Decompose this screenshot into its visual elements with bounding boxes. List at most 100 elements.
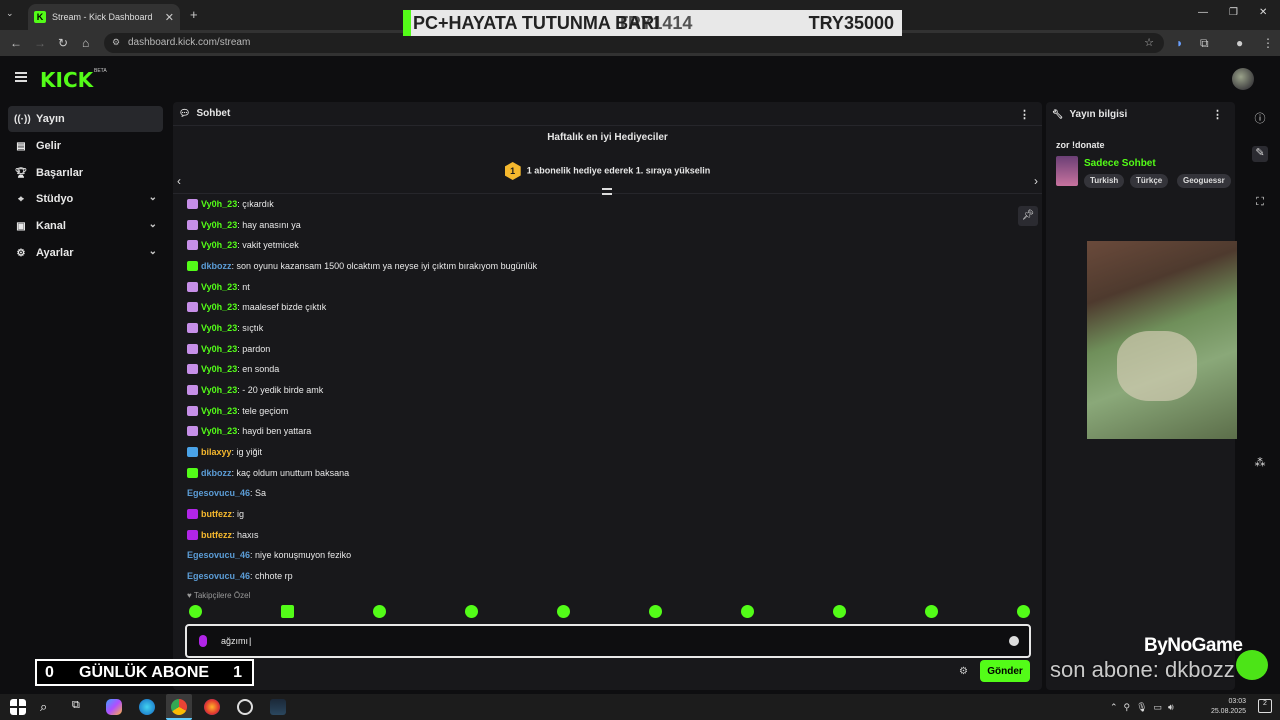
chat-username[interactable]: Vy0h_23: [201, 282, 237, 292]
chat-username[interactable]: Vy0h_23: [201, 323, 237, 333]
copilot-icon[interactable]: [106, 699, 122, 715]
minimize-icon[interactable]: —: [1198, 7, 1208, 18]
menu-kebab-icon[interactable]: ⋮: [1262, 36, 1274, 50]
chat-username[interactable]: Egesovucu_46: [187, 488, 250, 498]
chat-message: bilaxyy: ig yiğit: [187, 445, 262, 459]
chat-options-icon[interactable]: ⋮: [1019, 108, 1030, 121]
tab-kick-dashboard[interactable]: K Stream - Kick Dashboard ✕: [28, 4, 180, 30]
pin-icon[interactable]: 📌︎: [1018, 206, 1038, 226]
emote-icon[interactable]: [281, 605, 294, 618]
sidebar-item-studyo[interactable]: ⌖ Stüdyo ⌄: [8, 186, 163, 212]
chat-text: çıkardık: [242, 199, 274, 209]
rank-badge-icon: 1: [504, 162, 521, 180]
chevron-down-icon: ⌄: [148, 219, 157, 230]
extension-icon[interactable]: ◗: [1176, 36, 1183, 50]
gifters-subtitle: 1 abonelik hediye ederek 1. sıraya yükse…: [526, 165, 711, 176]
chat-text: - 20 yedik birde amk: [242, 384, 324, 395]
emote-icon[interactable]: [925, 605, 938, 618]
chat-message: butfezz: ig: [187, 507, 244, 521]
system-clock[interactable]: 03:03 25.08.2025: [1211, 697, 1246, 717]
chat-username[interactable]: dkbozz: [201, 261, 232, 271]
notification-icon[interactable]: 2: [1258, 699, 1272, 713]
kick-logo[interactable]: KICK: [40, 68, 93, 92]
chat-username[interactable]: Vy0h_23: [201, 364, 237, 374]
obs-icon[interactable]: [237, 699, 253, 715]
chat-title: Sohbet: [196, 108, 231, 119]
chat-username[interactable]: Egesovucu_46: [187, 550, 250, 560]
chrome-icon[interactable]: [171, 699, 187, 715]
emote-icon[interactable]: [833, 605, 846, 618]
url-field[interactable]: ⚙ dashboard.kick.com/stream ☆: [104, 33, 1164, 53]
stream-info-options-icon[interactable]: ⋮: [1212, 108, 1223, 121]
chat-username[interactable]: Egesovucu_46: [187, 571, 250, 581]
chat-username[interactable]: bilaxyy: [201, 447, 232, 457]
extensions-puzzle-icon[interactable]: ⧉: [1200, 36, 1209, 51]
restore-icon[interactable]: ❐: [1229, 7, 1238, 18]
chevron-down-icon: ⌄: [148, 192, 157, 203]
sidebar-item-ayarlar[interactable]: ⚙ Ayarlar ⌄: [8, 240, 163, 266]
system-tray-icons[interactable]: ⌃⚲🎙︎▭🔊︎: [1110, 702, 1180, 713]
chat-input-value: ağzımı: [221, 636, 249, 646]
sidebar-item-yayin[interactable]: ((·)) Yayın: [8, 106, 163, 132]
home-icon[interactable]: ⌂: [82, 36, 89, 50]
chevron-right-icon[interactable]: ›: [1034, 174, 1038, 188]
tab-list-icon[interactable]: ⌄: [6, 8, 14, 19]
screen-capture-icon[interactable]: ⛶: [1252, 196, 1268, 212]
emote-icon[interactable]: [557, 605, 570, 618]
chat-text: hay anasını ya: [242, 219, 301, 230]
chat-settings-icon[interactable]: ⚙: [959, 666, 968, 677]
stream-category[interactable]: Sadece Sohbet: [1084, 158, 1156, 169]
profile-icon[interactable]: ●: [1236, 36, 1243, 50]
emoji-picker-icon[interactable]: [1009, 636, 1019, 646]
close-tab-icon[interactable]: ✕: [165, 11, 174, 24]
settings-icon: ⚙: [16, 247, 26, 259]
sidebar-item-kanal[interactable]: ▣ Kanal ⌄: [8, 213, 163, 239]
chat-username[interactable]: Vy0h_23: [201, 240, 237, 250]
task-view-icon[interactable]: ⧉: [72, 699, 88, 715]
app-header: KICK BETA: [0, 56, 1280, 100]
reload-icon[interactable]: ↻: [58, 36, 68, 50]
emote-icon[interactable]: [741, 605, 754, 618]
close-window-icon[interactable]: ✕: [1259, 7, 1267, 18]
chat-username[interactable]: Vy0h_23: [201, 220, 237, 230]
new-tab-icon[interactable]: +: [190, 7, 198, 22]
site-info-icon[interactable]: ⚙: [112, 37, 120, 48]
info-icon[interactable]: ⓘ: [1252, 110, 1268, 126]
emote-icon[interactable]: [1017, 605, 1030, 618]
sidebar-item-gelir[interactable]: ▤ Gelir: [8, 133, 163, 159]
chat-username[interactable]: Vy0h_23: [201, 302, 237, 312]
chat-username[interactable]: Vy0h_23: [201, 385, 237, 395]
edge-icon[interactable]: [139, 699, 155, 715]
back-icon[interactable]: ←: [10, 36, 22, 50]
goal-current: TRY1414: [617, 12, 693, 33]
sponsor-logo: ByNoGame: [1144, 635, 1243, 656]
chat-username[interactable]: Vy0h_23: [201, 426, 237, 436]
search-icon[interactable]: ⌕: [40, 699, 56, 715]
forward-icon[interactable]: →: [34, 36, 46, 50]
start-icon[interactable]: [10, 699, 26, 715]
firefox-icon[interactable]: [204, 699, 220, 715]
sidebar-item-basarilar[interactable]: 🏆︎ Başarılar: [8, 160, 163, 186]
collapse-icon[interactable]: [602, 188, 612, 195]
emote-icon[interactable]: [465, 605, 478, 618]
hamburger-menu-icon[interactable]: [15, 72, 27, 82]
send-button[interactable]: Gönder: [980, 660, 1030, 682]
bookmark-star-icon[interactable]: ☆: [1144, 36, 1154, 49]
chat-username[interactable]: Vy0h_23: [201, 199, 237, 209]
channel-icon: ▣: [16, 220, 26, 232]
emote-icon[interactable]: [373, 605, 386, 618]
chat-username[interactable]: Vy0h_23: [201, 344, 237, 354]
emote-icon[interactable]: [189, 605, 202, 618]
edit-pencil-icon[interactable]: ✎: [1252, 146, 1268, 162]
chat-input[interactable]: ağzımı |: [185, 624, 1031, 658]
chat-username[interactable]: butfezz: [201, 509, 232, 519]
share-icon[interactable]: ⁂: [1252, 456, 1268, 472]
chat-username[interactable]: dkbozz: [201, 468, 232, 478]
user-avatar[interactable]: [1232, 68, 1254, 90]
chat-panel: 💬︎ Sohbet ⋮ Haftalık en iyi Hediyeciler …: [173, 102, 1042, 690]
chat-message: Vy0h_23: tele geçiom: [187, 404, 288, 418]
steam-icon[interactable]: [270, 699, 286, 715]
chat-username[interactable]: butfezz: [201, 530, 232, 540]
chat-username[interactable]: Vy0h_23: [201, 406, 237, 416]
emote-icon[interactable]: [649, 605, 662, 618]
